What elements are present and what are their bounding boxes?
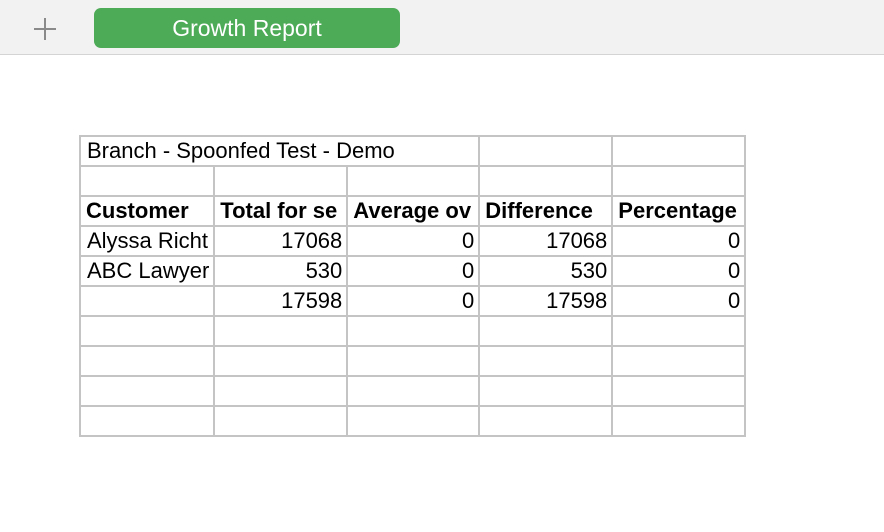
table-cell-total[interactable]: 530 xyxy=(213,255,349,287)
table-cell-total[interactable]: 17068 xyxy=(213,225,349,257)
table-cell[interactable] xyxy=(213,315,349,347)
table-row: Branch - Spoonfed Test - Demo xyxy=(78,135,747,167)
table-title-cell[interactable]: Branch - Spoonfed Test - Demo xyxy=(78,135,481,167)
table-cell[interactable] xyxy=(478,165,614,197)
table-cell[interactable] xyxy=(78,405,216,437)
table-cell[interactable] xyxy=(78,345,216,377)
header-cell-total[interactable]: Total for se xyxy=(213,195,349,227)
table-cell[interactable] xyxy=(213,405,349,437)
table-cell[interactable] xyxy=(78,315,216,347)
table-cell-average[interactable]: 0 xyxy=(346,285,481,317)
table-row xyxy=(78,405,747,437)
table-cell-total[interactable]: 17598 xyxy=(213,285,349,317)
table-cell[interactable] xyxy=(478,375,614,407)
table-row: Alyssa Richt 17068 0 17068 0 xyxy=(78,225,747,257)
table-cell-customer[interactable]: Alyssa Richt xyxy=(78,225,216,257)
table-cell[interactable] xyxy=(78,375,216,407)
header-cell-average[interactable]: Average ov xyxy=(346,195,481,227)
table-cell[interactable] xyxy=(346,315,481,347)
table-cell[interactable] xyxy=(213,165,349,197)
table-row xyxy=(78,315,747,347)
table-cell-customer[interactable] xyxy=(78,285,216,317)
table-cell[interactable] xyxy=(346,405,481,437)
table-cell[interactable] xyxy=(213,345,349,377)
table-row: ABC Lawyer 530 0 530 0 xyxy=(78,255,747,287)
table-cell[interactable] xyxy=(478,405,614,437)
table-cell[interactable] xyxy=(611,375,747,407)
table-cell-difference[interactable]: 17068 xyxy=(478,225,614,257)
table-grid: Branch - Spoonfed Test - Demo Customer T… xyxy=(78,135,747,437)
table-cell-average[interactable]: 0 xyxy=(346,225,481,257)
table-cell[interactable] xyxy=(478,315,614,347)
tab-growth-report[interactable]: Growth Report xyxy=(94,8,400,48)
table-cell[interactable] xyxy=(611,405,747,437)
table-cell[interactable] xyxy=(611,165,747,197)
table-cell-average[interactable]: 0 xyxy=(346,255,481,287)
header-cell-customer[interactable]: Customer xyxy=(78,195,216,227)
table-cell-percentage[interactable]: 0 xyxy=(611,285,747,317)
plus-icon xyxy=(30,10,60,44)
table-row-total: 17598 0 17598 0 xyxy=(78,285,747,317)
table-header-row: Customer Total for se Average ov Differe… xyxy=(78,195,747,227)
add-sheet-button[interactable] xyxy=(30,10,60,44)
spreadsheet-table: Branch - Spoonfed Test - Demo Customer T… xyxy=(78,135,747,437)
table-row xyxy=(78,165,747,197)
tab-label: Growth Report xyxy=(172,15,322,41)
table-row xyxy=(78,375,747,407)
table-cell[interactable] xyxy=(78,165,216,197)
table-cell-percentage[interactable]: 0 xyxy=(611,225,747,257)
table-cell-customer[interactable]: ABC Lawyer xyxy=(78,255,216,287)
table-cell-percentage[interactable]: 0 xyxy=(611,255,747,287)
table-cell[interactable] xyxy=(346,165,481,197)
table-cell[interactable] xyxy=(478,135,614,167)
table-cell[interactable] xyxy=(611,315,747,347)
table-row xyxy=(78,345,747,377)
header-cell-difference[interactable]: Difference xyxy=(478,195,614,227)
table-cell-difference[interactable]: 17598 xyxy=(478,285,614,317)
header-cell-percentage[interactable]: Percentage xyxy=(611,195,747,227)
table-cell[interactable] xyxy=(478,345,614,377)
table-cell[interactable] xyxy=(346,375,481,407)
table-cell-difference[interactable]: 530 xyxy=(478,255,614,287)
table-cell[interactable] xyxy=(611,345,747,377)
table-cell[interactable] xyxy=(611,135,747,167)
table-cell[interactable] xyxy=(346,345,481,377)
sheet-tab-bar: Growth Report xyxy=(0,0,884,55)
table-cell[interactable] xyxy=(213,375,349,407)
